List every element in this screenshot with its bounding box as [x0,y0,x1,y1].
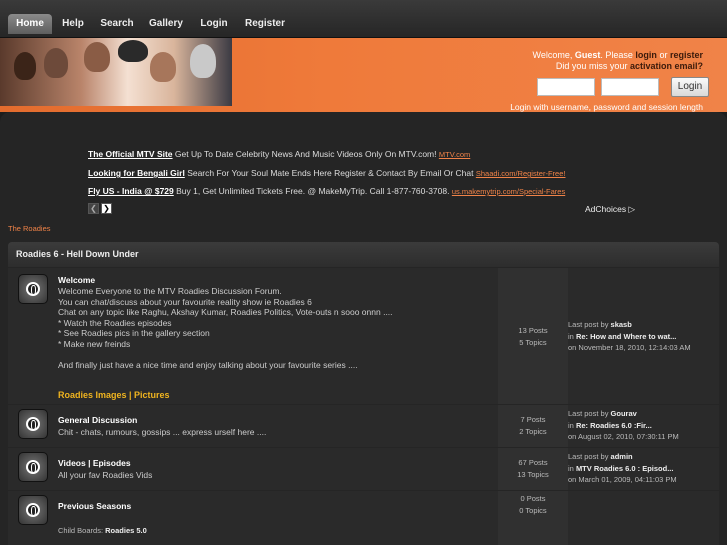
please-text: . Please [600,50,633,60]
board-description: Welcome Everyone to the MTV Roadies Disc… [58,286,393,370]
board-stats: 13 Posts 5 Topics [498,268,568,404]
board-title[interactable]: Welcome [58,275,95,285]
board-stats: 7 Posts 2 Topics [498,405,568,447]
header-banner: Welcome, Guest. Please login or register… [0,38,727,112]
ad-text: Get Up To Date Celebrity News And Music … [174,149,437,159]
last-post-label: Last post by [568,452,609,461]
board-status-icon [18,409,48,439]
ad-url[interactable]: Shaadi.com/Register-Free! [476,169,566,178]
subboard-link[interactable]: Roadies Images | Pictures [58,390,170,400]
last-post-author[interactable]: admin [611,452,633,461]
board-row: General Discussion Chit - chats, rumours… [8,405,719,447]
nav-help[interactable]: Help [56,14,90,34]
last-post-label: Last post by [568,320,609,329]
last-post-date: on August 02, 2010, 07:30:11 PM [568,432,679,441]
board-row: Videos | Episodes All your fav Roadies V… [8,448,719,490]
board-status-icon [18,274,48,304]
ad-text: Buy 1, Get Unlimited Tickets Free. @ Mak… [176,186,450,196]
register-link[interactable]: register [670,50,703,60]
ad-title[interactable]: The Official MTV Site [88,149,173,159]
in-label: in [568,420,574,430]
ad-text: Search For Your Soul Mate Ends Here Regi… [187,168,474,178]
board-title[interactable]: General Discussion [58,415,137,425]
nav-login[interactable]: Login [194,14,234,34]
board-stats: 67 Posts 13 Topics [498,448,568,490]
in-label: in [568,463,574,473]
last-post-author[interactable]: Gourav [611,409,637,418]
board-description: All your fav Roadies Vids [58,470,153,480]
last-post-date: on March 01, 2009, 04:11:03 PM [568,475,677,484]
password-input[interactable] [601,78,659,96]
topic-count: 13 Topics [517,469,549,479]
topic-count: 5 Topics [519,337,547,347]
ad-url[interactable]: us.makemytrip.com/Special-Fares [452,187,565,196]
login-form: Login [537,77,709,97]
board-description: Chit - chats, rumours, gossips ... expre… [58,427,267,437]
login-hint: Login with username, password and sessio… [510,102,703,112]
forum-page: Home Help Search Gallery Login Register … [0,0,727,545]
ad-url[interactable]: MTV.com [439,150,470,159]
board-status-icon [18,452,48,482]
last-post: Last post by Gourav in Re: Roadies 6.0 :… [568,408,679,443]
ad-line[interactable]: Fly US - India @ $729 Buy 1, Get Unlimit… [88,186,565,198]
post-count: 67 Posts [518,458,548,467]
activation-email-link[interactable]: activation email? [630,61,703,71]
ad-line[interactable]: Looking for Bengali Girl Search For Your… [88,168,565,180]
category-title[interactable]: Roadies 6 - Hell Down Under [16,249,139,259]
last-post-date: on November 18, 2010, 12:14:03 AM [568,343,691,352]
child-board-link[interactable]: Roadies 5.0 [105,526,147,535]
category-header: Roadies 6 - Hell Down Under [8,242,719,267]
board-title[interactable]: Previous Seasons [58,501,131,511]
adchoices-label: AdChoices [585,204,627,214]
topic-count: 2 Topics [519,426,547,436]
top-navigation: Home Help Search Gallery Login Register [0,0,727,38]
ad-next-icon[interactable]: ❯ [101,203,112,214]
child-boards: Child Boards: Roadies 5.0 [58,526,147,535]
board-row: Previous Seasons Child Boards: Roadies 5… [8,491,719,545]
or-text: or [659,50,668,60]
ad-line[interactable]: The Official MTV Site Get Up To Date Cel… [88,149,470,161]
ad-title[interactable]: Fly US - India @ $729 [88,186,174,196]
nav-register[interactable]: Register [240,14,290,34]
board-title[interactable]: Videos | Episodes [58,458,131,468]
login-button[interactable]: Login [671,77,709,97]
child-boards-label: Child Boards: [58,526,104,535]
last-post-author[interactable]: skasb [611,320,632,329]
last-post-topic[interactable]: Re: How and Where to wat... [576,332,676,341]
last-post: Last post by admin in MTV Roadies 6.0 : … [568,451,677,486]
in-label: in [568,331,574,341]
post-count: 0 Posts [520,494,546,503]
last-post-label: Last post by [568,409,609,418]
last-post-topic[interactable]: Re: Roadies 6.0 :Fir... [576,421,652,430]
ad-prev-icon[interactable]: ❮ [88,203,99,214]
last-post-topic[interactable]: MTV Roadies 6.0 : Episod... [576,464,674,473]
adchoices-link[interactable]: AdChoices ▷ [585,204,635,215]
nav-home[interactable]: Home [8,14,52,34]
banner-photo [0,38,232,106]
nav-gallery[interactable]: Gallery [144,14,188,34]
username-input[interactable] [537,78,595,96]
login-link[interactable]: login [635,50,657,60]
nav-search[interactable]: Search [96,14,138,34]
play-triangle-icon: ▷ [628,204,636,214]
welcome-prefix: Welcome, [532,50,573,60]
post-count: 7 Posts [520,415,546,424]
board-status-icon [18,495,48,525]
post-count: 13 Posts [518,326,548,335]
ad-title[interactable]: Looking for Bengali Girl [88,168,185,178]
guest-name: Guest [574,50,601,60]
board-stats: 0 Posts 0 Topics [498,491,568,545]
board-row: Welcome Welcome Everyone to the MTV Road… [8,268,719,404]
breadcrumb[interactable]: The Roadies [8,224,51,233]
last-post: Last post by skasb in Re: How and Where … [568,319,691,354]
welcome-text: Welcome, Guest. Please login or register… [532,50,703,72]
miss-text: Did you miss your [555,61,628,71]
topic-count: 0 Topics [519,505,547,515]
